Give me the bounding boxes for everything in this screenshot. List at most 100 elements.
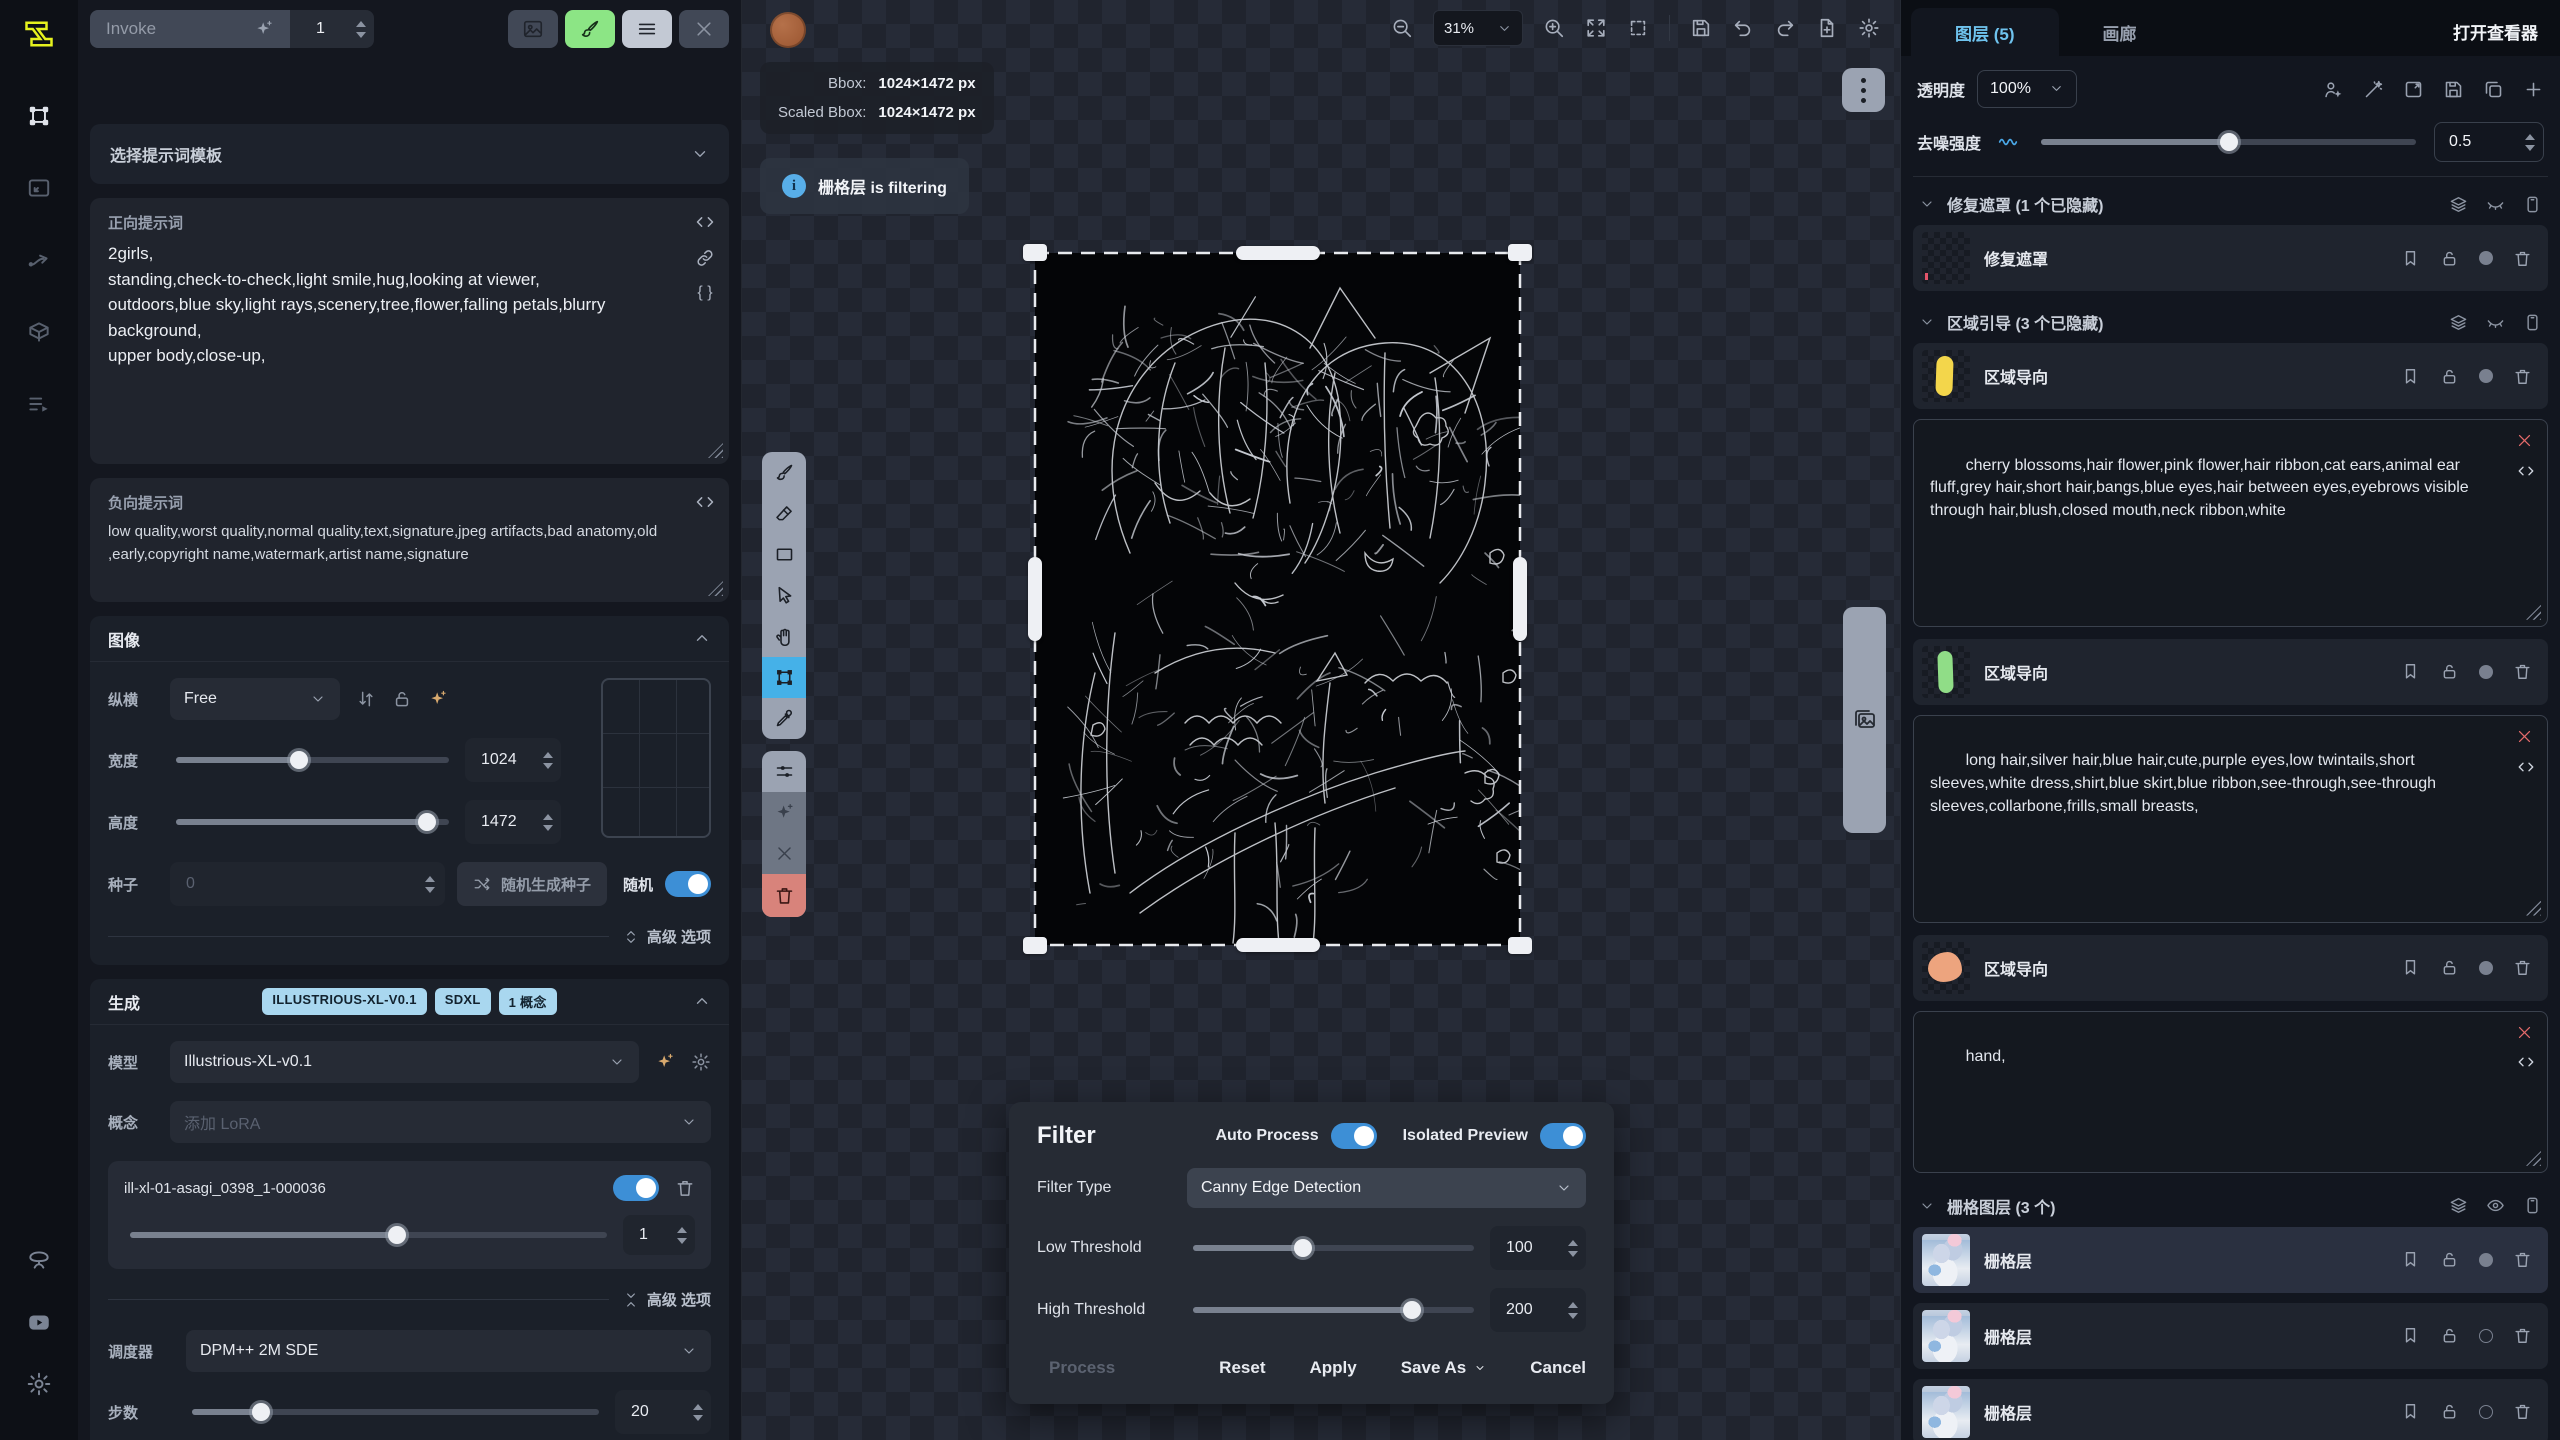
group-stack-icon[interactable] [2449,1196,2468,1215]
wand-icon[interactable] [2363,79,2384,100]
bbox-handle-top[interactable] [1236,246,1320,260]
invoke-button[interactable]: Invoke [90,10,290,48]
regional-prompt-box[interactable]: hand, [1913,1011,2548,1173]
swap-dimensions-icon[interactable] [356,689,376,709]
raster-layer[interactable]: 栅格层 [1913,1227,2548,1293]
regional-prompt-text[interactable]: long hair,silver hair,blue hair,cute,pur… [1930,752,2441,814]
save-as-button[interactable]: Save As [1401,1358,1487,1378]
new-session-icon[interactable] [1816,17,1838,39]
bbox-handle-top-left[interactable] [1023,244,1047,261]
lora-weight-slider[interactable] [130,1226,607,1244]
trash-icon[interactable] [2513,958,2532,977]
visibility-dot[interactable] [2479,961,2493,975]
height-input[interactable]: 1472 [465,800,561,844]
nav-upscale-icon[interactable] [17,166,61,210]
inpaint-mask-group-header[interactable]: 修复遮罩 (1 个已隐藏) [1911,183,2550,225]
group-stack-icon[interactable] [2449,313,2468,332]
resize-handle[interactable] [2526,605,2541,620]
brush-mode-button[interactable] [565,10,615,48]
youtube-icon[interactable] [17,1300,61,1344]
save-canvas-icon[interactable] [1690,17,1712,39]
low-threshold-slider[interactable] [1193,1239,1474,1257]
raster-layer[interactable]: 栅格层 [1913,1303,2548,1369]
bookmark-icon[interactable] [2401,1402,2420,1421]
redo-icon[interactable] [1774,17,1796,39]
cancel-tool[interactable] [762,833,806,874]
regional-guidance-layer[interactable]: 区域导向 [1913,935,2548,1001]
remove-prompt-icon[interactable] [2516,430,2533,453]
visibility-dot[interactable] [2479,1405,2493,1419]
seed-stepper-arrows[interactable] [425,862,435,906]
stepper-arrows-icon[interactable] [356,10,366,48]
generate-random-seed-button[interactable]: 随机生成种子 [457,862,607,906]
image-advanced-options[interactable]: 高级 选项 [108,926,711,947]
color-swatch[interactable] [770,12,806,48]
add-layer-icon[interactable] [2523,79,2544,100]
regional-guidance-group-header[interactable]: 区域引导 (3 个已隐藏) [1911,301,2550,343]
random-seed-toggle[interactable] [665,871,711,897]
bbox-handle-right[interactable] [1513,557,1527,641]
optimize-size-icon[interactable] [428,689,448,709]
filter-type-select[interactable]: Canny Edge Detection [1187,1168,1586,1208]
move-tool[interactable] [762,575,806,616]
code-toggle-icon[interactable] [2517,756,2535,779]
trash-icon[interactable] [2513,662,2532,681]
lock-icon[interactable] [2440,249,2459,268]
width-input[interactable]: 1024 [465,738,561,782]
generation-section-header[interactable]: 生成 ILLUSTRIOUS-XL-V0.1 SDXL 1 概念 [90,979,729,1025]
lora-delete-icon[interactable] [675,1178,695,1198]
eraser-tool[interactable] [762,493,806,534]
link-prompts-icon[interactable] [695,248,715,268]
auto-process-toggle[interactable] [1331,1123,1377,1149]
tab-gallery[interactable]: 画廊 [2059,8,2181,56]
filter-tool[interactable] [762,751,806,792]
cancel-button[interactable]: Cancel [1530,1358,1586,1378]
nav-workflows-icon[interactable] [17,238,61,282]
remove-prompt-icon[interactable] [2516,726,2533,749]
trash-icon[interactable] [2513,1402,2532,1421]
height-slider[interactable] [176,813,449,831]
code-toggle-icon[interactable] [2517,460,2535,483]
trash-icon[interactable] [2513,1326,2532,1345]
menu-button[interactable] [622,10,672,48]
generation-bbox[interactable] [1035,253,1520,945]
support-icon[interactable] [17,1238,61,1282]
regional-guidance-layer[interactable]: 区域导向 [1913,343,2548,409]
lock-icon[interactable] [2440,1402,2459,1421]
negative-prompt-text[interactable]: low quality,worst quality,normal quality… [108,521,675,566]
bookmark-icon[interactable] [2401,1326,2420,1345]
group-isolate-icon[interactable] [2523,195,2542,214]
visibility-dot[interactable] [2479,251,2493,265]
visibility-dot[interactable] [2479,665,2493,679]
raster-layer[interactable]: 栅格层 [1913,1379,2548,1440]
regional-prompt-text[interactable]: hand, [1966,1048,2006,1065]
model-settings-icon[interactable] [691,1052,711,1072]
scheduler-select[interactable]: DPM++ 2M SDE [186,1330,711,1372]
low-threshold-input[interactable]: 100 [1490,1226,1586,1270]
remove-prompt-icon[interactable] [2516,1022,2533,1045]
bbox-handle-top-right[interactable] [1508,244,1532,261]
bbox-handle-bottom[interactable] [1236,938,1320,952]
regional-guidance-layer[interactable]: 区域导向 [1913,639,2548,705]
merge-visible-icon[interactable] [2323,79,2344,100]
lora-weight-input[interactable]: 1 [623,1215,695,1255]
zoom-level-select[interactable]: 31% [1433,10,1523,46]
resize-handle[interactable] [2526,901,2541,916]
apply-button[interactable]: Apply [1309,1358,1356,1378]
regional-prompt-box[interactable]: long hair,silver hair,blue hair,cute,pur… [1913,715,2548,923]
bookmark-icon[interactable] [2401,662,2420,681]
crop-to-bbox-icon[interactable] [2403,79,2424,100]
zoom-in-icon[interactable] [1543,17,1565,39]
image-section-header[interactable]: 图像 [90,616,729,662]
bbox-handle-left[interactable] [1028,557,1042,641]
group-visibility-icon[interactable] [2486,195,2505,214]
lock-icon[interactable] [2440,958,2459,977]
visibility-dot[interactable] [2479,1329,2493,1343]
queue-count-stepper[interactable]: 1 [290,10,374,48]
save-layer-icon[interactable] [2443,79,2464,100]
braces-icon[interactable]: { } [697,284,712,302]
code-toggle-icon[interactable] [2517,1052,2535,1075]
high-threshold-input[interactable]: 200 [1490,1288,1586,1332]
code-toggle-icon[interactable] [695,212,715,232]
steps-input[interactable]: 20 [615,1390,711,1434]
